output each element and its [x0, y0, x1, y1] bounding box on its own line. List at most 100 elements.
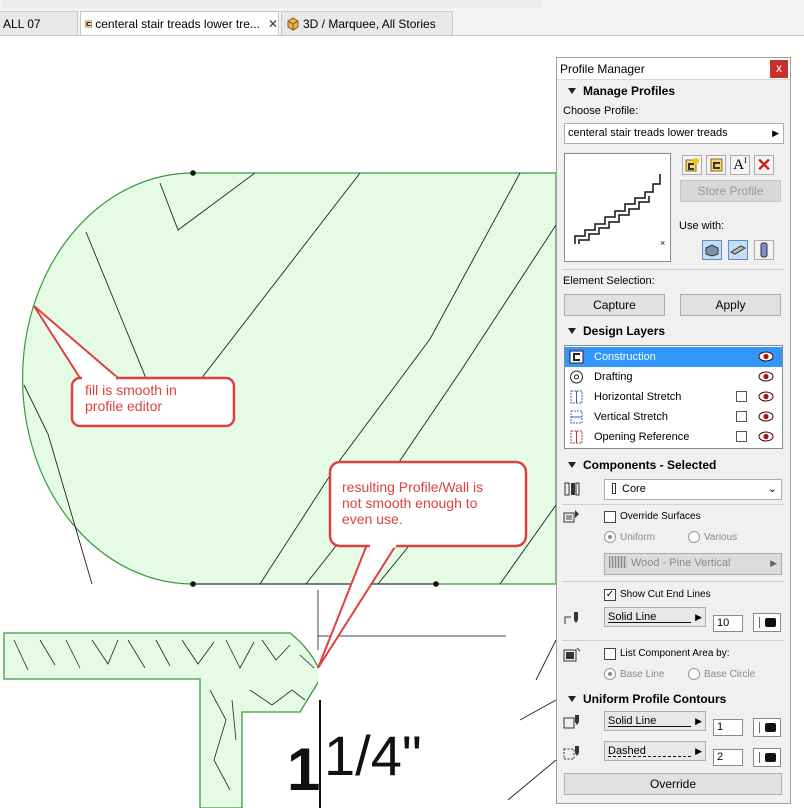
profile-preview: × — [564, 153, 671, 262]
capture-button[interactable]: Capture — [564, 294, 665, 316]
cut-pen-number[interactable]: 10 — [713, 615, 743, 632]
horizontal-stretch-icon — [570, 390, 583, 404]
profile-node — [190, 581, 196, 587]
section-label: Uniform Profile Contours — [583, 692, 727, 706]
eye-icon[interactable] — [758, 351, 774, 362]
panel-close-button[interactable]: x — [770, 60, 788, 78]
contour-line-icon — [563, 715, 579, 729]
rename-profile-icon[interactable]: AI — [730, 155, 750, 175]
show-cut-end-lines-label: Show Cut End Lines — [620, 589, 711, 600]
wood-pattern-icon — [609, 556, 627, 568]
chevron-down-icon: ⌄ — [767, 483, 777, 495]
layer-row-opening-reference[interactable]: Opening Reference — [565, 427, 782, 447]
3d-box-icon — [287, 16, 299, 31]
contour-line1-dropdown[interactable]: Solid Line ▶ — [604, 711, 706, 731]
apply-button[interactable]: Apply — [680, 294, 781, 316]
section-uniform-profile-contours[interactable]: Uniform Profile Contours — [557, 690, 790, 708]
tab-all-07[interactable]: ALL 07 — [0, 11, 78, 35]
beam-tool-icon[interactable] — [728, 240, 748, 260]
base-circle-radio[interactable] — [688, 668, 700, 680]
collapse-triangle-icon — [568, 696, 576, 702]
eye-icon[interactable] — [758, 431, 774, 442]
tab-label: centeral stair treads lower tre... — [95, 17, 260, 31]
pen-color-icon[interactable] — [753, 613, 781, 632]
contour-dashed-icon — [563, 746, 579, 760]
wall-tool-icon[interactable] — [702, 240, 722, 260]
design-layers-list: Construction Drafting Horizontal Stretch… — [564, 345, 783, 449]
stair-profile-preview-icon: × — [574, 174, 665, 248]
tab-bar-strip — [2, 0, 542, 8]
background-lines — [507, 639, 557, 801]
various-radio[interactable] — [688, 531, 700, 543]
layer-row-drafting[interactable]: Drafting — [565, 367, 782, 387]
duplicate-profile-icon[interactable] — [706, 155, 726, 175]
contour-pen2-number[interactable]: 2 — [713, 749, 743, 766]
override-surfaces-checkbox[interactable] — [604, 511, 616, 523]
layer-row-vertical-stretch[interactable]: Vertical Stretch — [565, 407, 782, 427]
delete-profile-icon[interactable]: ✕ — [754, 155, 774, 175]
column-tool-icon[interactable] — [754, 240, 774, 260]
chevron-right-icon: ▶ — [695, 716, 702, 726]
component-dropdown[interactable]: Core ⌄ — [604, 479, 782, 500]
uniform-radio[interactable] — [604, 531, 616, 543]
layer-name: Opening Reference — [594, 431, 690, 443]
choose-profile-label: Choose Profile: — [563, 105, 639, 117]
pen-color-icon[interactable] — [753, 718, 781, 737]
override-button[interactable]: Override — [564, 773, 782, 795]
layer-name: Construction — [594, 351, 656, 363]
tab-close-icon[interactable]: ✕ — [268, 17, 278, 31]
surface-dropdown[interactable]: Wood - Pine Vertical ▶ — [604, 553, 782, 575]
separator — [562, 269, 784, 270]
layer-name: Vertical Stretch — [594, 411, 668, 423]
list-area-icon — [563, 647, 581, 662]
layer-checkbox[interactable] — [736, 431, 747, 442]
separator — [562, 640, 784, 641]
contour-pen1-number[interactable]: 1 — [713, 719, 743, 736]
tab-3d-marquee[interactable]: 3D / Marquee, All Stories — [281, 11, 453, 35]
section-components-selected[interactable]: Components - Selected — [557, 456, 790, 474]
opening-reference-icon — [570, 430, 583, 444]
collapse-triangle-icon — [568, 462, 576, 468]
chevron-right-icon: ▶ — [770, 558, 777, 568]
separator — [562, 504, 784, 505]
new-profile-icon[interactable] — [682, 155, 702, 175]
eye-icon[interactable] — [758, 371, 774, 382]
separator — [562, 581, 784, 582]
base-line-radio[interactable] — [604, 668, 616, 680]
callout-1-text: fill is smooth in profile editor — [85, 382, 177, 414]
tab-profile-editor[interactable]: centeral stair treads lower tre... ✕ — [80, 11, 279, 36]
profile-node — [190, 170, 196, 176]
show-cut-end-lines-checkbox[interactable]: ✓ — [604, 589, 616, 601]
contour-line2-dropdown[interactable]: Dashed ▶ — [604, 741, 706, 761]
eye-icon[interactable] — [758, 391, 774, 402]
collapse-triangle-icon — [568, 88, 576, 94]
list-component-area-checkbox[interactable] — [604, 648, 616, 660]
profile-manager-panel: Profile Manager x Manage Profiles Choose… — [556, 57, 791, 804]
choose-profile-value: centeral stair treads lower treads — [568, 127, 728, 139]
panel-title-bar[interactable]: Profile Manager x — [557, 58, 790, 80]
base-line-label: Base Line — [620, 669, 665, 680]
choose-profile-dropdown[interactable]: centeral stair treads lower treads ▶ — [564, 123, 784, 144]
dimension-whole-number: 1 — [287, 736, 320, 803]
layer-checkbox[interactable] — [736, 391, 747, 402]
tab-label: ALL 07 — [3, 16, 41, 31]
layer-row-construction[interactable]: Construction — [565, 347, 782, 367]
core-skin-icon — [612, 483, 616, 494]
section-design-layers[interactable]: Design Layers — [557, 322, 790, 340]
eye-icon[interactable] — [758, 411, 774, 422]
pen-color-icon[interactable] — [753, 748, 781, 767]
profile-icon — [85, 20, 92, 28]
layer-checkbox[interactable] — [736, 411, 747, 422]
store-profile-button[interactable]: Store Profile — [680, 180, 781, 202]
chevron-right-icon: ▶ — [695, 612, 702, 622]
section-label: Components - Selected — [583, 458, 717, 472]
component-icon — [564, 482, 580, 496]
component-value: Core — [622, 483, 646, 495]
tab-bar: ALL 07 centeral stair treads lower tre..… — [0, 0, 804, 36]
section-manage-profiles[interactable]: Manage Profiles — [557, 82, 790, 100]
chevron-right-icon: ▶ — [695, 746, 702, 756]
layer-row-horizontal-stretch[interactable]: Horizontal Stretch — [565, 387, 782, 407]
layer-name: Drafting — [594, 371, 633, 383]
cut-line-type-dropdown[interactable]: Solid Line ▶ — [604, 607, 706, 627]
profile-node — [433, 581, 439, 587]
